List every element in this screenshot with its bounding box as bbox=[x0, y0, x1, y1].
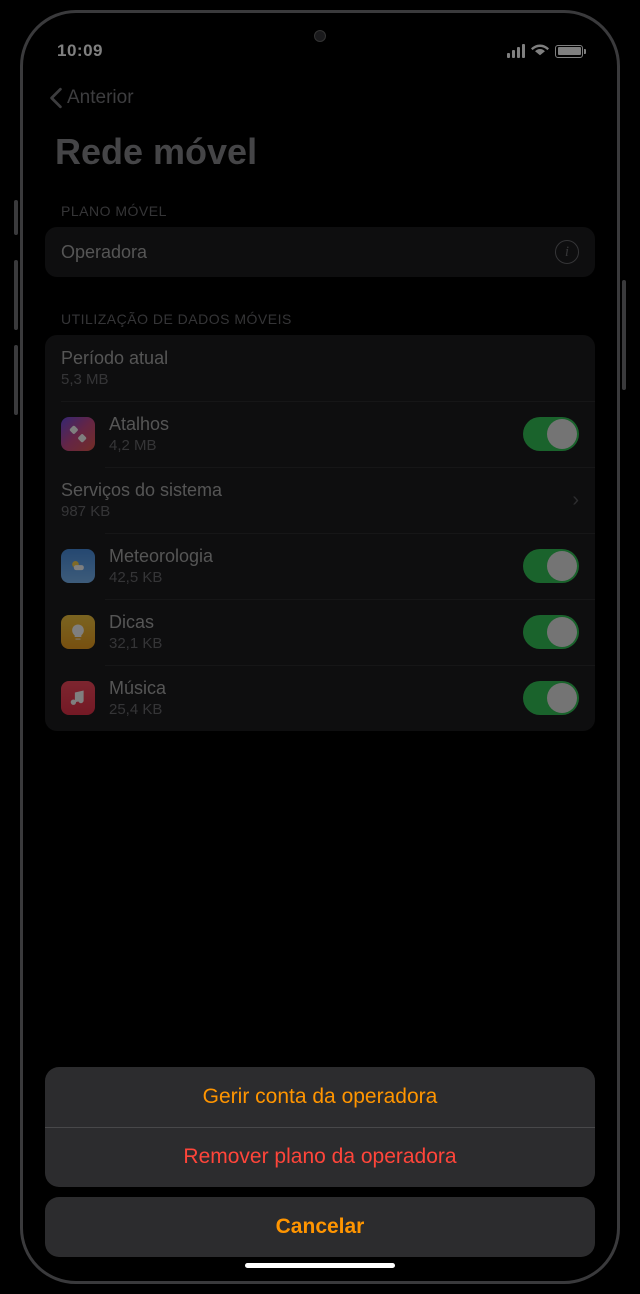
home-indicator[interactable] bbox=[245, 1263, 395, 1268]
notch bbox=[235, 17, 405, 47]
remove-carrier-plan-button[interactable]: Remover plano da operadora bbox=[45, 1127, 595, 1187]
action-sheet: Gerir conta da operadora Remover plano d… bbox=[45, 1067, 595, 1257]
manage-carrier-button[interactable]: Gerir conta da operadora bbox=[45, 1067, 595, 1127]
cancel-button[interactable]: Cancelar bbox=[45, 1197, 595, 1257]
front-camera bbox=[314, 30, 326, 42]
